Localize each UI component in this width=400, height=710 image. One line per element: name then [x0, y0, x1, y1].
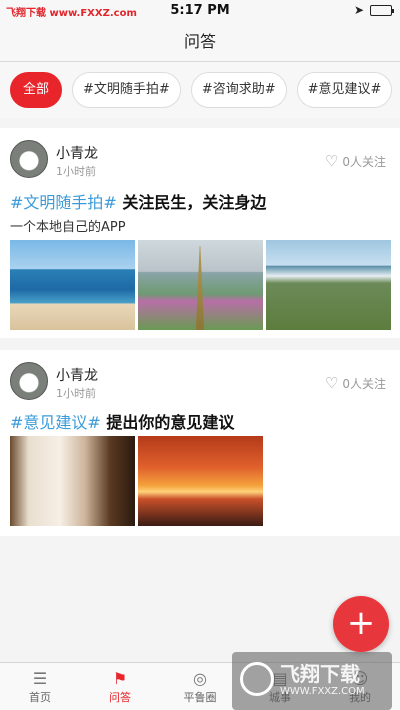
list-icon: ☰ [32, 669, 48, 688]
tab-label: 问答 [109, 691, 131, 704]
add-post-button[interactable]: + [333, 596, 389, 652]
post-image[interactable] [266, 240, 391, 330]
post-subtitle: 一个本地自己的APP [10, 220, 126, 235]
watermark-url: WWW.FXXZ.COM [280, 686, 365, 697]
watermark-text: 飞翔下载 [280, 662, 360, 686]
page-title: 问答 [0, 22, 400, 62]
follow-button[interactable]: ♡ 0人关注 [325, 152, 386, 170]
follow-button[interactable]: ♡ 0人关注 [325, 374, 386, 392]
circle-icon: ◎ [193, 669, 207, 688]
heart-icon: ♡ [324, 374, 339, 392]
post-time: 1小时前 [56, 387, 96, 400]
post-tag[interactable]: #意见建议# [10, 413, 101, 432]
post-image[interactable] [138, 240, 263, 330]
avatar[interactable] [10, 140, 48, 178]
filter-bar: 全部 #文明随手拍# #咨询求助# #意见建议# [0, 62, 400, 118]
post-image[interactable] [10, 436, 135, 526]
post-title[interactable]: #意见建议# 提出你的意见建议 [10, 409, 234, 433]
post-image[interactable] [138, 436, 263, 526]
tab-label: 平鲁圈 [183, 691, 217, 704]
watermark-logo-icon [240, 662, 274, 696]
tab-home[interactable]: ☰ 首页 [0, 663, 80, 710]
post-image[interactable] [10, 240, 135, 330]
follow-count: 0人关注 [342, 154, 386, 169]
post-tag[interactable]: #文明随手拍# [10, 193, 117, 212]
filter-civilized-photo[interactable]: #文明随手拍# [72, 72, 181, 108]
battery-icon [370, 4, 394, 16]
status-right: ➤ [353, 3, 394, 17]
tab-label: 首页 [29, 691, 51, 704]
location-icon: ➤ [353, 3, 364, 17]
user-name[interactable]: 小青龙 [56, 143, 98, 163]
post-title-text: 关注民生，关注身边 [122, 193, 267, 212]
post-title[interactable]: #文明随手拍# 关注民生，关注身边 [10, 189, 266, 213]
post-card[interactable]: 小青龙 1小时前 ♡ 0人关注 #文明随手拍# 关注民生，关注身边 一个本地自己… [0, 128, 400, 338]
avatar[interactable] [10, 362, 48, 400]
post-card[interactable]: 小青龙 1小时前 ♡ 0人关注 #意见建议# 提出你的意见建议 [0, 350, 400, 536]
status-time: 5:17 PM [170, 3, 230, 18]
user-name[interactable]: 小青龙 [56, 365, 98, 385]
filter-all[interactable]: 全部 [10, 72, 63, 108]
filter-consult-help[interactable]: #咨询求助# [190, 72, 287, 108]
post-time: 1小时前 [56, 165, 96, 178]
follow-count: 0人关注 [342, 376, 386, 391]
tab-pinglu-circle[interactable]: ◎ 平鲁圈 [160, 663, 240, 710]
status-bar: 飞翔下载 www.FXXZ.com 5:17 PM ➤ [0, 0, 400, 22]
heart-icon: ♡ [324, 152, 339, 170]
post-title-text: 提出你的意见建议 [106, 413, 235, 432]
tab-qa[interactable]: ⚑ 问答 [80, 663, 160, 710]
flag-icon: ⚑ [112, 669, 128, 688]
watermark: 飞翔下载 WWW.FXXZ.COM [232, 652, 392, 710]
filter-suggestion[interactable]: #意见建议# [296, 72, 393, 108]
